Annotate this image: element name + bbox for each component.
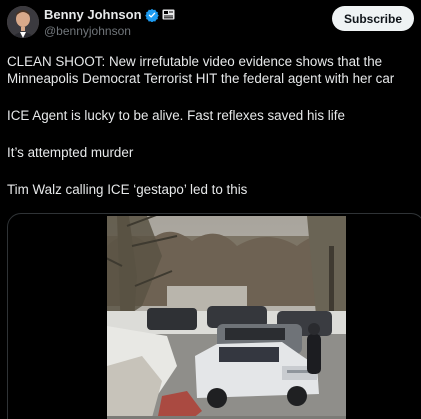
verified-badge-icon	[144, 8, 159, 22]
media-container[interactable]	[7, 213, 421, 419]
tweet-paragraph: It’s attempted murder	[7, 145, 134, 160]
author-name-line: Benny Johnson	[44, 6, 175, 23]
avatar-image	[7, 6, 39, 38]
tweet-text: CLEAN SHOOT: New irrefutable video evide…	[7, 53, 417, 218]
subscribe-button[interactable]: Subscribe	[332, 6, 414, 31]
author-handle[interactable]: @bennyjohnson	[44, 24, 131, 38]
tweet-paragraph: ICE Agent is lucky to be alive. Fast ref…	[7, 108, 345, 123]
author-avatar[interactable]	[7, 6, 39, 38]
author-display-name[interactable]: Benny Johnson	[44, 7, 142, 22]
video-thumbnail[interactable]	[107, 216, 346, 419]
affiliate-badge-icon[interactable]	[162, 9, 175, 20]
tweet-paragraph: Tim Walz calling ICE ‘gestapo’ led to th…	[7, 182, 248, 197]
tweet-paragraph: CLEAN SHOOT: New irrefutable video evide…	[7, 54, 395, 86]
video-scene-image	[107, 216, 346, 419]
